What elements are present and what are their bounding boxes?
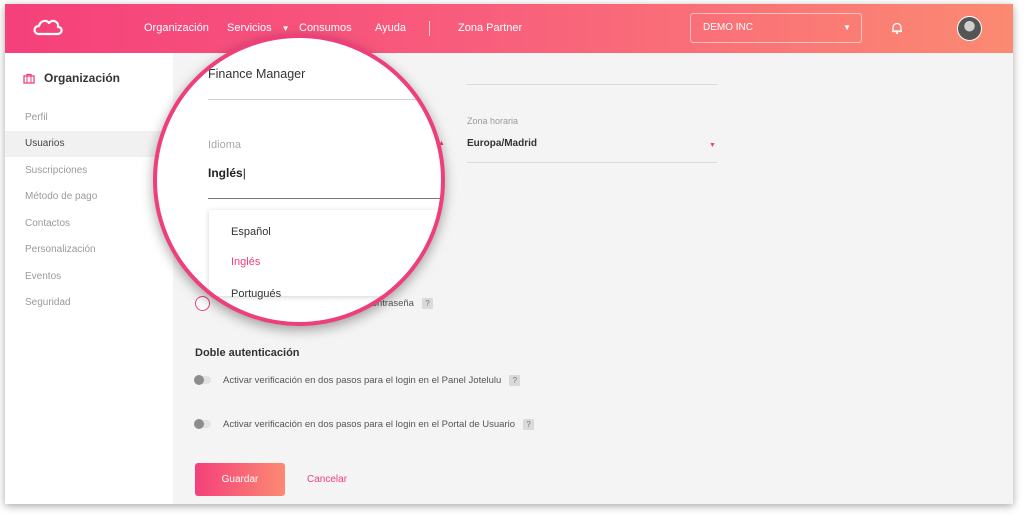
sidebar-item-eventos[interactable]: Eventos	[5, 264, 173, 290]
nav-zona-partner[interactable]: Zona Partner	[458, 4, 522, 53]
portal-2fa-label: Activar verificación en dos pasos para e…	[223, 418, 516, 430]
magnifier-overlay: Fi Finance Manager Idioma Inglés| Españo…	[153, 34, 445, 326]
nav-divider	[429, 21, 430, 36]
role-underline	[208, 99, 441, 100]
sidebar-header: Organización	[23, 70, 120, 86]
nav-organizacion[interactable]: Organización	[144, 4, 209, 53]
language-option-espanol[interactable]: Español	[231, 226, 271, 238]
role-label-partial: Fi	[201, 62, 208, 71]
sidebar: Organización Perfil Usuarios Suscripcion…	[5, 53, 173, 504]
timezone-select[interactable]: Europa/Madrid	[467, 138, 537, 149]
timezone-underline	[467, 162, 717, 163]
sidebar-item-seguridad[interactable]: Seguridad	[5, 290, 173, 316]
sidebar-item-metodo-de-pago[interactable]: Método de pago	[5, 184, 173, 210]
save-button[interactable]: Guardar	[195, 463, 285, 496]
sidebar-item-personalizacion[interactable]: Personalización	[5, 237, 173, 263]
timezone-label: Zona horaria	[467, 116, 519, 126]
chevron-down-icon: ▼	[281, 24, 290, 33]
role-value: Finance Manager	[208, 67, 306, 81]
help-icon[interactable]: ?	[523, 418, 535, 430]
language-select[interactable]: Inglés|	[208, 166, 246, 180]
sidebar-item-contactos[interactable]: Contactos	[5, 211, 173, 237]
help-icon[interactable]: ?	[509, 374, 521, 386]
toggle-row-portal: Activar verificación en dos pasos para e…	[194, 416, 535, 432]
nav-servicios-label: Servicios	[227, 22, 272, 34]
briefcase-icon	[23, 73, 35, 84]
company-selector[interactable]: DEMO INC ▼	[690, 13, 862, 43]
toggle-row-panel: Activar verificación en dos pasos para e…	[194, 372, 521, 388]
bell-icon[interactable]	[890, 21, 904, 35]
chevron-down-icon: ▼	[843, 23, 851, 32]
panel-2fa-label: Activar verificación en dos pasos para e…	[223, 374, 502, 386]
top-bar: Organización Servicios ▼ Consumos Ayuda Z…	[5, 4, 1013, 53]
text-cursor: |	[242, 166, 246, 180]
language-dropdown: Español Inglés Portugués	[209, 210, 441, 300]
avatar[interactable]	[957, 16, 982, 41]
language-label: Idioma	[208, 139, 242, 151]
nav-ayuda[interactable]: Ayuda	[375, 4, 406, 53]
sidebar-item-perfil[interactable]: Perfil	[5, 105, 173, 131]
language-option-portugues[interactable]: Portugués	[231, 288, 281, 300]
language-value: Inglés	[208, 166, 243, 180]
password-radio[interactable]	[195, 296, 210, 311]
sidebar-item-suscripciones[interactable]: Suscripciones	[5, 158, 173, 184]
field-underline	[467, 84, 717, 85]
sidebar-title: Organización	[44, 71, 121, 85]
language-underline	[208, 198, 441, 199]
cloud-logo-icon[interactable]	[31, 17, 65, 39]
help-icon[interactable]: ?	[421, 298, 433, 309]
chevron-down-icon: ▼	[709, 142, 716, 149]
two-factor-title: Doble autenticación	[195, 347, 300, 359]
app-window: Organización Servicios ▼ Consumos Ayuda Z…	[5, 4, 1013, 504]
portal-2fa-toggle[interactable]	[194, 419, 211, 429]
sidebar-item-usuarios[interactable]: Usuarios	[5, 131, 173, 157]
panel-2fa-toggle[interactable]	[194, 375, 211, 385]
language-option-ingles[interactable]: Inglés	[231, 256, 260, 268]
cancel-button[interactable]: Cancelar	[307, 463, 347, 496]
company-name: DEMO INC	[703, 22, 753, 33]
